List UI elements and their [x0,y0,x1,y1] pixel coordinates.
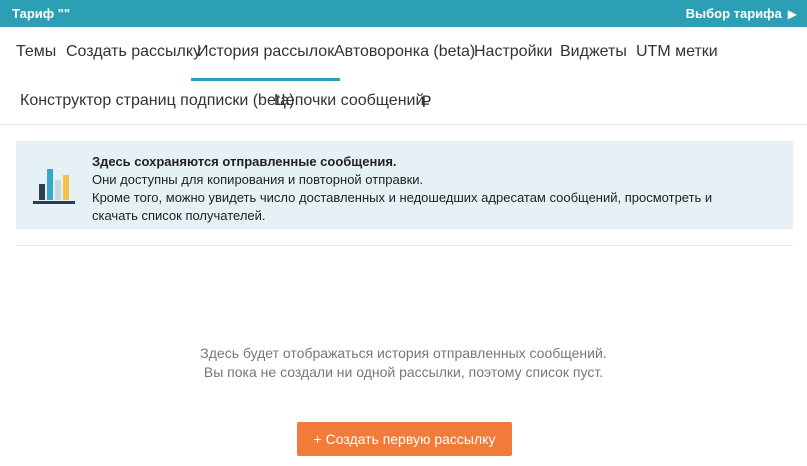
empty-state: Здесь будет отображаться история отправл… [0,344,807,382]
info-title: Здесь сохраняются отправленные сообщения… [92,154,397,169]
top-bar: Тариф "" Выбор тарифа ▶ [0,0,807,27]
tab-themes[interactable]: Темы [16,43,56,61]
tab-utm[interactable]: UTM метки [636,43,718,61]
tab-message-chains[interactable]: Цепочки сообщений [274,92,424,110]
plan-label: Тариф "" [12,6,71,21]
divider [16,245,793,246]
info-banner: Здесь сохраняются отправленные сообщения… [16,141,793,229]
tab-subscription-page-builder[interactable]: Конструктор страниц подписки (beta) [20,92,295,110]
bar-chart-icon [33,169,75,204]
info-line-2: Кроме того, можно увидеть число доставле… [92,190,713,205]
tab-settings[interactable]: Настройки [474,43,552,61]
empty-state-line-2: Вы пока не создали ни одной рассылки, по… [203,364,604,380]
choose-plan-label: Выбор тарифа [685,6,782,21]
tab-autofunnel[interactable]: Автоворонка (beta) [334,43,475,61]
empty-state-line-1: Здесь будет отображаться история отправл… [200,345,607,361]
divider [0,124,807,125]
tab-widgets[interactable]: Виджеты [560,43,627,61]
tab-mailing-history[interactable]: История рассылок [190,43,341,81]
tab-create-mailing[interactable]: Создать рассылку [66,43,201,61]
info-line-3: скачать список получателей. [92,208,266,223]
tab-ruble[interactable]: ₽ [421,92,431,112]
arrow-right-icon: ▶ [787,6,797,21]
create-first-mailing-button[interactable]: + Создать первую рассылку [297,422,512,456]
choose-plan-link[interactable]: Выбор тарифа ▶ [686,6,797,21]
info-line-1: Они доступны для копирования и повторной… [92,172,424,187]
